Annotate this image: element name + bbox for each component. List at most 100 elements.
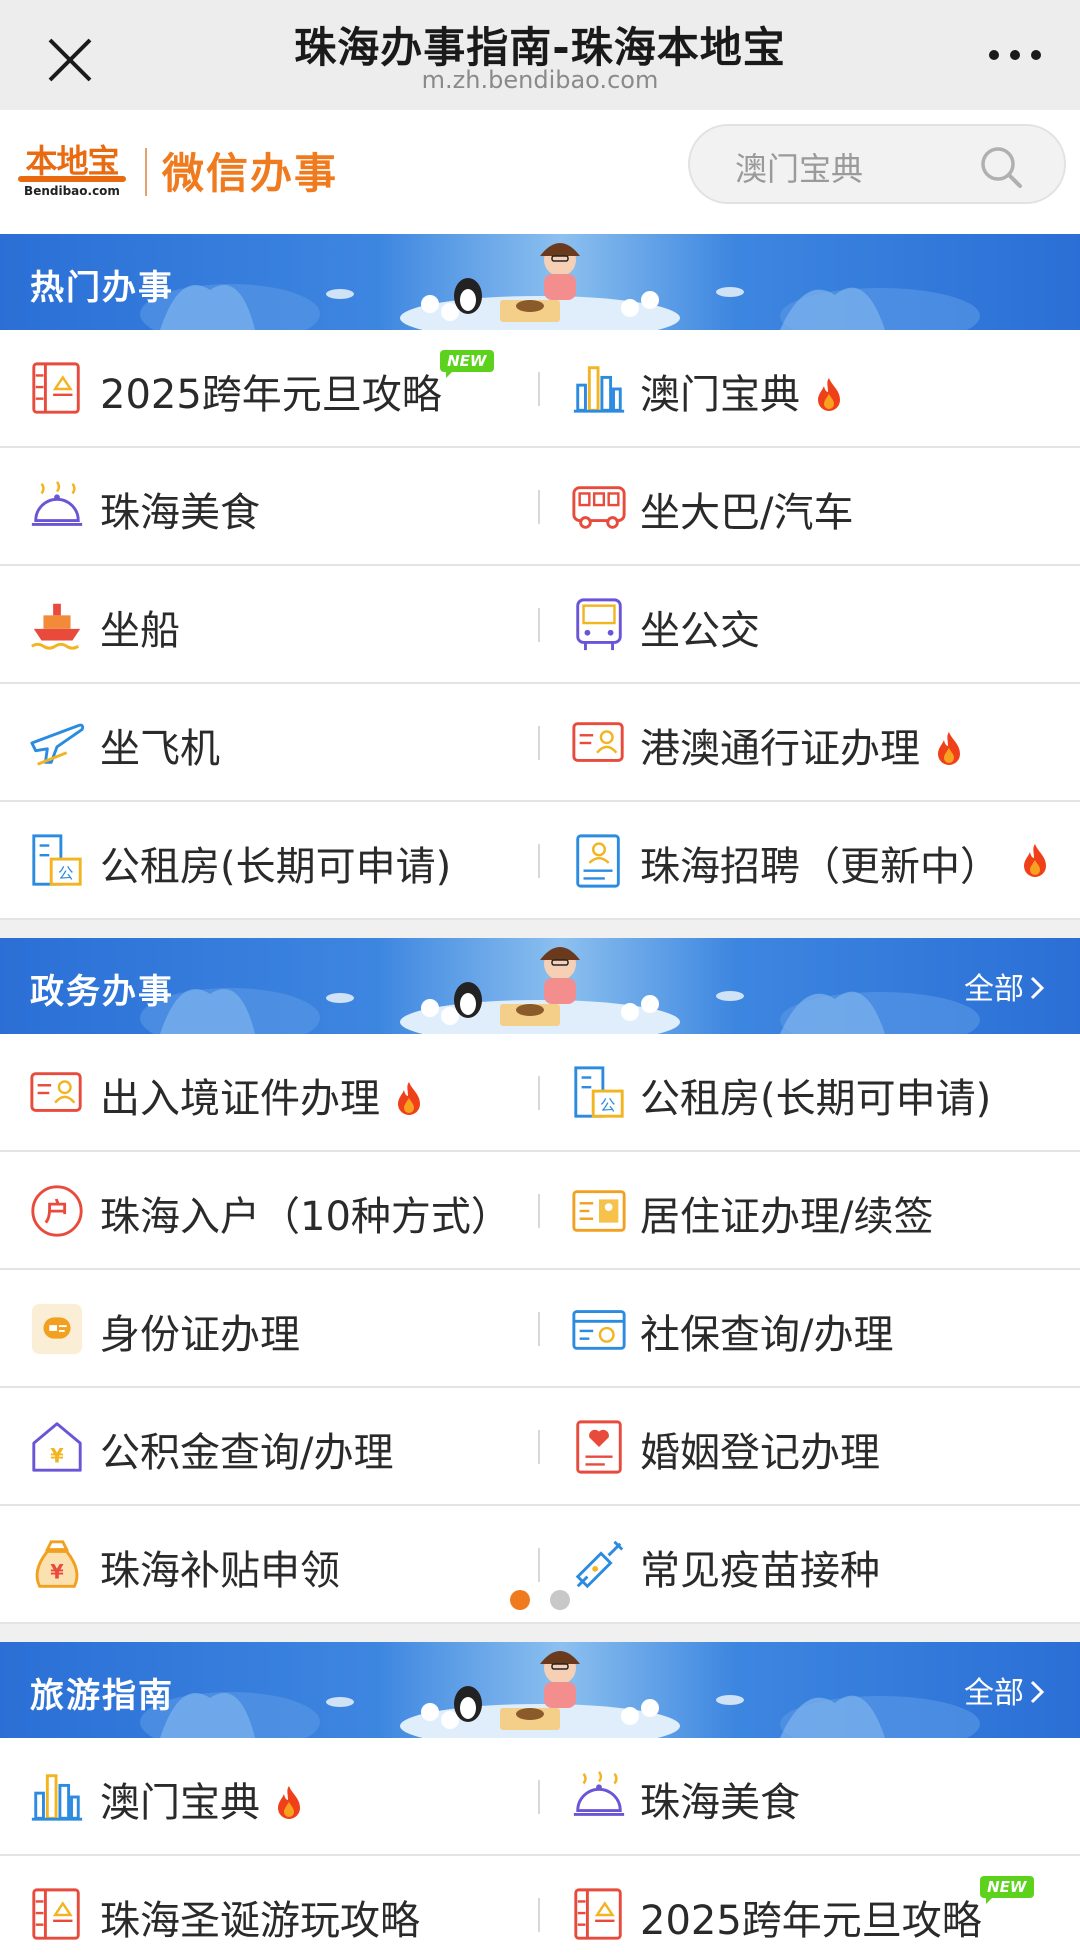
city-skyline-icon [573, 366, 625, 413]
calendar-building-icon [32, 1888, 80, 1940]
grid-item-label: 澳门宝典 [640, 362, 844, 420]
public-housing-icon: 公 [574, 1066, 624, 1118]
new-badge: NEW [439, 350, 494, 380]
money-bag-icon: ¥ [35, 1540, 79, 1588]
view-all-link[interactable]: 全部 [964, 1668, 1046, 1712]
grid-item[interactable]: 港澳通行证办理 [540, 684, 1080, 800]
grid-item[interactable]: 珠海美食 [540, 1738, 1080, 1854]
grid-row: 户 珠海入户（10种方式） 居住证办理/续签 [0, 1152, 1080, 1270]
grid-item-text: 2025跨年元旦攻略 [100, 372, 442, 418]
grid-item[interactable]: 户 珠海入户（10种方式） [0, 1152, 540, 1268]
view-all-text: 全部 [964, 972, 1024, 1007]
syringe-icon [575, 1540, 624, 1589]
hot-fire-icon [278, 1786, 300, 1819]
pager-dot[interactable] [510, 1590, 530, 1610]
residence-card-icon [572, 1190, 626, 1232]
grid-item-text: 公积金查询/办理 [100, 1430, 394, 1476]
grid-item[interactable]: 出入境证件办理 [0, 1034, 540, 1150]
food-dish-icon [31, 481, 83, 526]
grid-item[interactable]: 2025跨年元旦攻略 NEW [0, 330, 540, 446]
grid-item[interactable]: 婚姻登记办理 [540, 1388, 1080, 1504]
resume-icon [576, 834, 620, 888]
grid-item[interactable]: 澳门宝典 [540, 330, 1080, 446]
grid-item-label: 坐大巴/汽车 [640, 480, 853, 538]
grid-row: 澳门宝典 珠海美食 [0, 1738, 1080, 1856]
grid-row: 坐船 坐公交 [0, 566, 1080, 684]
pager-dot[interactable] [550, 1590, 570, 1610]
grid-item-text: 婚姻登记办理 [640, 1430, 880, 1476]
hot-fire-icon [398, 1082, 420, 1115]
section-title: 政务办事 [30, 972, 174, 1012]
svg-text:公: 公 [600, 1096, 615, 1114]
chevron-right-icon [1030, 976, 1045, 1000]
grid-item[interactable]: ¥ 公积金查询/办理 [0, 1388, 540, 1504]
grid-item-label: 坐公交 [640, 598, 760, 656]
more-dots-icon [989, 50, 1041, 60]
grid-item[interactable]: 坐大巴/汽车 [540, 448, 1080, 564]
grid-item-text: 澳门宝典 [100, 1780, 260, 1826]
grid-item[interactable]: 坐公交 [540, 566, 1080, 682]
id-card-icon [572, 722, 624, 762]
grid-item-text: 珠海圣诞游玩攻略 [100, 1898, 420, 1944]
grid-row: 公 公租房(长期可申请) 珠海招聘（更新中） [0, 802, 1080, 920]
grid-item-label: 常见疫苗接种 [640, 1538, 880, 1596]
grid-item[interactable]: 居住证办理/续签 [540, 1152, 1080, 1268]
grid-item-text: 身份证办理 [100, 1312, 300, 1358]
identity-card-icon [31, 1303, 83, 1355]
grid-item-label: 珠海圣诞游玩攻略 [100, 1888, 420, 1946]
grid-item[interactable]: 珠海招聘（更新中） [540, 802, 1080, 918]
grid-item[interactable]: 澳门宝典 [0, 1738, 540, 1854]
grid-item-text: 珠海补贴申领 [100, 1548, 340, 1594]
logo-divider [145, 148, 147, 196]
ship-icon [31, 603, 81, 650]
grid-item[interactable]: 2025跨年元旦攻略 NEW [540, 1856, 1080, 1957]
grid-item[interactable]: 坐船 [0, 566, 540, 682]
city-bus-icon [576, 598, 622, 651]
marriage-heart-icon [576, 1420, 622, 1474]
grid-item[interactable]: 珠海圣诞游玩攻略 [0, 1856, 540, 1957]
grid-item[interactable]: 身份证办理 [0, 1270, 540, 1386]
grid-item-label: 2025跨年元旦攻略 [640, 1888, 982, 1946]
grid-item-text: 珠海美食 [640, 1780, 800, 1826]
grid-item-text: 珠海入户（10种方式） [100, 1194, 511, 1240]
svg-text:公: 公 [58, 864, 73, 882]
grid-item[interactable]: 公 公租房(长期可申请) [540, 1034, 1080, 1150]
grid-item-text: 出入境证件办理 [100, 1076, 380, 1122]
svg-text:户: 户 [44, 1198, 69, 1227]
svg-text:¥: ¥ [50, 1561, 64, 1584]
calendar-building-icon [32, 362, 80, 414]
grid-item-text: 珠海招聘（更新中） [640, 844, 1000, 890]
view-all-link[interactable]: 全部 [964, 964, 1046, 1008]
more-button[interactable] [980, 30, 1050, 80]
calendar-building-icon [574, 1888, 622, 1940]
grid-row: 2025跨年元旦攻略 NEW 澳门宝典 [0, 330, 1080, 448]
hot-fire-icon [938, 732, 960, 765]
city-skyline-icon [31, 1774, 83, 1821]
section-banner-gov: 政务办事 全部 [0, 938, 1080, 1034]
search-icon[interactable] [978, 144, 1024, 190]
grid-item[interactable]: 珠海美食 [0, 448, 540, 564]
grid-item-text: 坐公交 [640, 608, 760, 654]
social-security-card-icon [572, 1310, 626, 1350]
grid-item[interactable]: 公 公租房(长期可申请) [0, 802, 540, 918]
site-header: 本地宝 Bendibao.com 微信办事 澳门宝典 [0, 110, 1080, 234]
public-housing-icon: 公 [32, 834, 82, 886]
grid-item-label: 珠海招聘（更新中） [640, 834, 1000, 892]
grid-item-label: 珠海美食 [640, 1770, 800, 1828]
grid-item-label: 坐船 [100, 598, 180, 656]
search-input[interactable]: 澳门宝典 [688, 124, 1066, 204]
grid-item-text: 澳门宝典 [640, 372, 800, 418]
bendibao-logo[interactable]: 本地宝 Bendibao.com [12, 134, 132, 210]
brand-title: 微信办事 [162, 149, 339, 198]
page-url: m.zh.bendibao.com [421, 66, 659, 94]
airplane-icon [30, 723, 85, 766]
grid-item[interactable]: 社保查询/办理 [540, 1270, 1080, 1386]
grid-item-text: 2025跨年元旦攻略 [640, 1898, 982, 1944]
grid-row: 坐飞机 港澳通行证办理 [0, 684, 1080, 802]
hot-fire-icon [1024, 844, 1046, 877]
grid-item-label: 身份证办理 [100, 1302, 300, 1360]
grid-item-text: 珠海美食 [100, 490, 260, 536]
grid-row: 出入境证件办理 公 公租房(长期可申请) [0, 1034, 1080, 1152]
view-all-text: 全部 [964, 1676, 1024, 1711]
grid-item[interactable]: 坐飞机 [0, 684, 540, 800]
